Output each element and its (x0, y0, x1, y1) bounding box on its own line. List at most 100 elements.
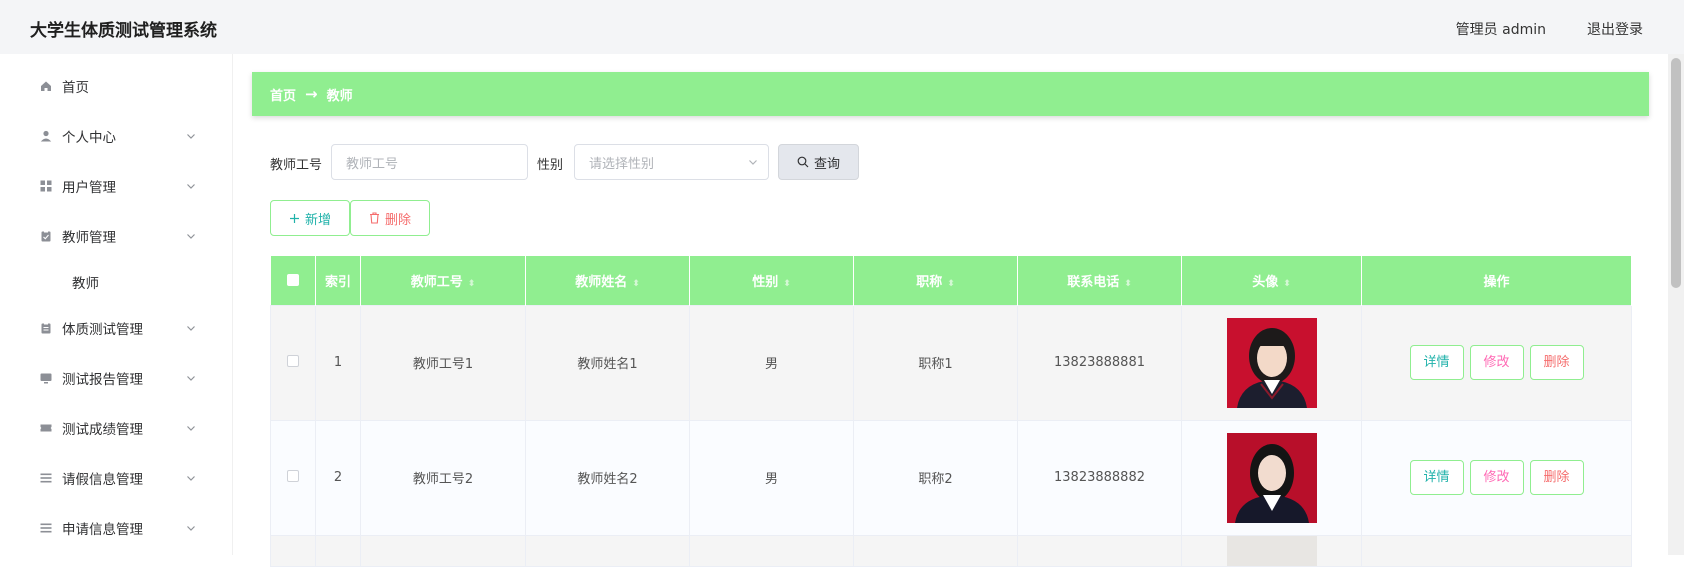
sidebar-item-label: 首页 (62, 80, 89, 96)
sidebar-item-label: 个人中心 (62, 130, 116, 146)
batch-delete-button[interactable]: 删除 (350, 200, 430, 236)
gender-label: 性别 (537, 158, 564, 173)
row-checkbox[interactable] (287, 354, 299, 367)
sort-caret-icon: ⬍ (467, 278, 476, 289)
app-title: 大学生体质测试管理系统 (30, 21, 217, 41)
home-icon (41, 81, 51, 91)
table-row: 1 教师工号1 教师姓名1 男 职称1 13823888881 详情 修改 删除 (270, 304, 1632, 421)
select-all-checkbox[interactable] (286, 274, 299, 287)
avatar (1226, 535, 1317, 566)
row-select-cell (270, 304, 316, 421)
gender-placeholder: 请选择性别 (589, 156, 655, 172)
add-button-label: 新增 (304, 212, 331, 228)
sidebar-item-application-info-management[interactable]: 申请信息管理 (0, 508, 232, 548)
sort-caret-icon: ⬍ (1124, 278, 1132, 289)
page-scrollbar[interactable] (1668, 54, 1684, 555)
column-header-label: 教师工号 (410, 274, 463, 290)
sidebar-item-physical-test-management[interactable]: 体质测试管理 (0, 308, 232, 348)
query-button-label: 查询 (813, 156, 840, 172)
delete-button[interactable]: 删除 (1529, 460, 1584, 495)
avatar-cell (1181, 419, 1362, 536)
sidebar-item-label: 用户管理 (62, 180, 116, 196)
avatar (1226, 317, 1317, 408)
sort-caret-icon: ⬍ (632, 278, 640, 289)
operations-cell (1361, 534, 1632, 567)
column-header-sortable[interactable]: 头像 ⬍ (1181, 256, 1362, 305)
column-header-sortable[interactable]: 联系电话 ⬍ (1017, 256, 1182, 305)
breadcrumb: 首页 → 教师 (252, 72, 1649, 116)
column-header: 操作 (1361, 256, 1632, 305)
column-header-sortable[interactable]: 教师工号 ⬍ (360, 256, 526, 305)
table-row: 2 教师工号2 教师姓名2 男 职称2 13823888882 详情 修改 删除 (270, 419, 1632, 536)
chevron-down-icon (187, 376, 195, 381)
sidebar-item-user-management[interactable]: 用户管理 (0, 166, 232, 206)
sidebar-subitem-teacher[interactable]: 教师 (0, 264, 232, 300)
sidebar-item-personal-center[interactable]: 个人中心 (0, 116, 232, 156)
teacher-no-placeholder: 教师工号 (346, 156, 399, 172)
edit-button[interactable]: 修改 (1469, 460, 1524, 495)
monitor-icon (40, 373, 52, 384)
avatar (1226, 432, 1317, 523)
phone-cell (1017, 534, 1182, 567)
chevron-down-icon (187, 234, 195, 239)
sidebar-item-label: 请假信息管理 (62, 472, 143, 488)
grid-icon (40, 180, 52, 192)
teacher-no-label: 教师工号 (270, 158, 323, 173)
column-header-label: 性别 (752, 274, 779, 290)
teacher-no-cell (360, 534, 526, 567)
sidebar-item-label: 测试报告管理 (62, 372, 143, 388)
gender-select[interactable]: 请选择性别 (574, 144, 769, 180)
avatar-cell (1181, 534, 1362, 567)
column-header-label: 头像 (1252, 274, 1279, 290)
current-user: 管理员 admin (1455, 22, 1546, 38)
sidebar-item-home[interactable]: 首页 (0, 66, 232, 106)
select-all-cell (270, 256, 316, 305)
table-row (270, 534, 1632, 567)
sidebar-item-label: 教师管理 (62, 230, 116, 246)
index-cell: 2 (315, 419, 361, 536)
chevron-down-icon (187, 426, 195, 431)
detail-button[interactable]: 详情 (1409, 345, 1464, 380)
scrollbar-thumb[interactable] (1671, 58, 1681, 288)
column-header-label: 教师姓名 (575, 274, 628, 290)
column-header-sortable[interactable]: 性别 ⬍ (689, 256, 854, 305)
phone-cell: 13823888882 (1017, 419, 1182, 536)
title-cell (853, 534, 1018, 567)
chevron-down-icon (187, 476, 195, 481)
avatar-cell (1181, 304, 1362, 421)
breadcrumb-arrow: → (305, 85, 318, 103)
chevron-down-icon (187, 184, 195, 189)
logout-link[interactable]: 退出登录 (1587, 19, 1643, 39)
delete-button[interactable]: 删除 (1529, 345, 1584, 380)
sidebar-item-test-score-management[interactable]: 测试成绩管理 (0, 408, 232, 448)
teacher-no-cell: 教师工号2 (360, 419, 526, 536)
detail-button[interactable]: 详情 (1409, 460, 1464, 495)
title-cell: 职称1 (853, 304, 1018, 421)
column-header-label: 联系电话 (1067, 274, 1120, 290)
teacher-name-cell: 教师姓名1 (525, 304, 690, 421)
gender-cell: 男 (689, 304, 854, 421)
row-select-cell (270, 419, 316, 536)
breadcrumb-home[interactable]: 首页 (270, 85, 296, 104)
sidebar-item-leave-info-management[interactable]: 请假信息管理 (0, 458, 232, 498)
edit-button[interactable]: 修改 (1469, 345, 1524, 380)
sort-caret-icon: ⬍ (947, 278, 955, 289)
teacher-name-cell: 教师姓名2 (525, 419, 690, 536)
teacher-table: 索引 教师工号 ⬍ 教师姓名 ⬍ 性别 ⬍ 职称 ⬍ 联系电话 ⬍ 头像 ⬍ 操作 1 教师… (270, 256, 1632, 567)
column-header-sortable[interactable]: 教师姓名 ⬍ (525, 256, 690, 305)
row-checkbox[interactable] (287, 469, 299, 482)
list-icon (40, 523, 52, 533)
column-header-sortable[interactable]: 职称 ⬍ (853, 256, 1018, 305)
chevron-down-icon (187, 526, 195, 531)
ticket-icon (40, 424, 52, 432)
search-icon (797, 156, 809, 168)
chevron-down-icon (187, 134, 195, 139)
teacher-name-cell (525, 534, 690, 567)
add-button[interactable]: 新增 (270, 200, 350, 236)
teacher-no-input[interactable]: 教师工号 (331, 144, 528, 180)
sidebar-item-test-report-management[interactable]: 测试报告管理 (0, 358, 232, 398)
gender-cell: 男 (689, 419, 854, 536)
query-button[interactable]: 查询 (778, 144, 859, 180)
sidebar-item-teacher-management[interactable]: 教师管理 (0, 216, 232, 256)
batch-delete-label: 删除 (384, 212, 411, 228)
